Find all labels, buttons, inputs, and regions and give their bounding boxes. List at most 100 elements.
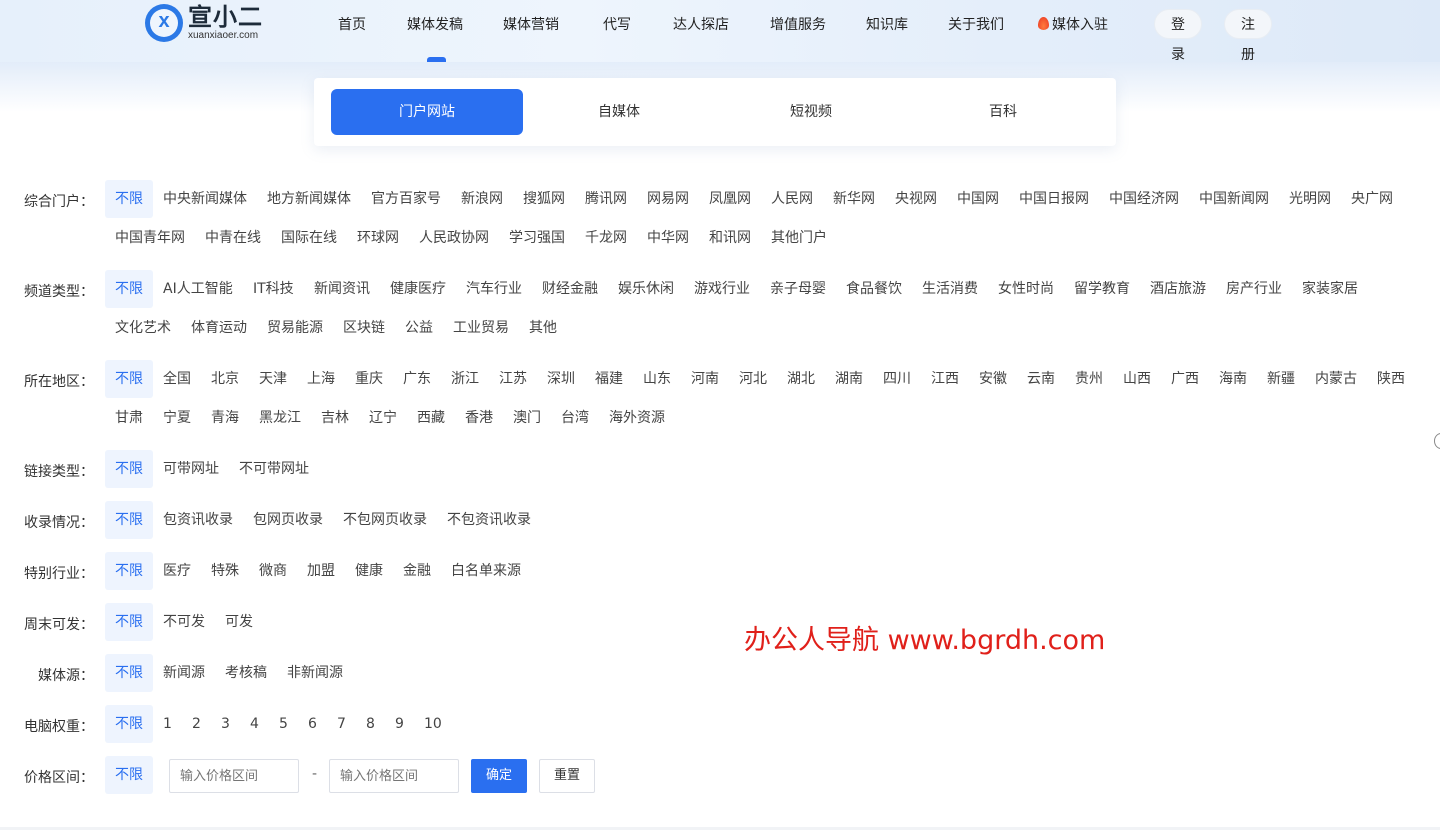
filter-option[interactable]: 江西 bbox=[921, 360, 969, 398]
filter-option[interactable]: 央视网 bbox=[885, 180, 947, 218]
filter-option[interactable]: 医疗 bbox=[153, 552, 201, 590]
filter-option[interactable]: 金融 bbox=[393, 552, 441, 590]
filter-option[interactable]: 考核稿 bbox=[215, 654, 277, 692]
filter-option[interactable]: 公益 bbox=[395, 309, 443, 347]
filter-option[interactable]: 福建 bbox=[585, 360, 633, 398]
site-logo[interactable]: 宣小二 xuanxiaoer.com bbox=[145, 4, 263, 42]
filter-option-all[interactable]: 不限 bbox=[105, 603, 153, 641]
filter-option[interactable]: 宁夏 bbox=[153, 399, 201, 437]
filter-option[interactable]: 不包网页收录 bbox=[333, 501, 437, 539]
filter-option[interactable]: 中华网 bbox=[637, 219, 699, 257]
filter-option[interactable]: 澳门 bbox=[503, 399, 551, 437]
nav-media-publish[interactable]: 媒体发稿 bbox=[407, 14, 463, 34]
side-widget-icon[interactable] bbox=[1434, 433, 1440, 449]
filter-option[interactable]: 包网页收录 bbox=[243, 501, 333, 539]
filter-option[interactable]: 央广网 bbox=[1341, 180, 1403, 218]
filter-option[interactable]: 加盟 bbox=[297, 552, 345, 590]
filter-option[interactable]: 6 bbox=[298, 705, 327, 743]
tab-portal-sites[interactable]: 门户网站 bbox=[331, 89, 523, 135]
filter-option[interactable]: 学习强国 bbox=[499, 219, 575, 257]
filter-option[interactable]: 微商 bbox=[249, 552, 297, 590]
filter-option[interactable]: 湖北 bbox=[777, 360, 825, 398]
filter-option[interactable]: 香港 bbox=[455, 399, 503, 437]
filter-option[interactable]: 官方百家号 bbox=[361, 180, 451, 218]
filter-option[interactable]: 留学教育 bbox=[1064, 270, 1140, 308]
filter-option[interactable]: 文化艺术 bbox=[105, 309, 181, 347]
filter-option[interactable]: 广东 bbox=[393, 360, 441, 398]
filter-option[interactable]: 新闻资讯 bbox=[304, 270, 380, 308]
filter-option[interactable]: 环球网 bbox=[347, 219, 409, 257]
filter-option[interactable]: 山西 bbox=[1113, 360, 1161, 398]
filter-option[interactable]: 房产行业 bbox=[1216, 270, 1292, 308]
filter-option[interactable]: 河南 bbox=[681, 360, 729, 398]
filter-option[interactable]: 健康 bbox=[345, 552, 393, 590]
filter-option[interactable]: 重庆 bbox=[345, 360, 393, 398]
filter-option-all[interactable]: 不限 bbox=[105, 705, 153, 743]
nav-knowledge-base[interactable]: 知识库 bbox=[866, 14, 908, 34]
filter-option[interactable]: 网易网 bbox=[637, 180, 699, 218]
filter-option[interactable]: 3 bbox=[211, 705, 240, 743]
filter-option[interactable]: 西藏 bbox=[407, 399, 455, 437]
filter-option[interactable]: 9 bbox=[385, 705, 414, 743]
filter-option[interactable]: 汽车行业 bbox=[456, 270, 532, 308]
filter-option[interactable]: 内蒙古 bbox=[1305, 360, 1367, 398]
filter-option[interactable]: 酒店旅游 bbox=[1140, 270, 1216, 308]
filter-option[interactable]: 山东 bbox=[633, 360, 681, 398]
filter-option[interactable]: 包资讯收录 bbox=[153, 501, 243, 539]
filter-option[interactable]: 上海 bbox=[297, 360, 345, 398]
filter-option[interactable]: 中国日报网 bbox=[1009, 180, 1099, 218]
nav-media-marketing[interactable]: 媒体营销 bbox=[503, 14, 559, 34]
filter-option-all[interactable]: 不限 bbox=[105, 654, 153, 692]
filter-option[interactable]: 广西 bbox=[1161, 360, 1209, 398]
filter-option-all[interactable]: 不限 bbox=[105, 270, 153, 308]
filter-option[interactable]: 安徽 bbox=[969, 360, 1017, 398]
filter-option-all[interactable]: 不限 bbox=[105, 450, 153, 488]
tab-short-video[interactable]: 短视频 bbox=[715, 89, 907, 135]
filter-option[interactable]: 中央新闻媒体 bbox=[153, 180, 257, 218]
filter-option[interactable]: 中国网 bbox=[947, 180, 1009, 218]
filter-option[interactable]: 全国 bbox=[153, 360, 201, 398]
filter-option[interactable]: 区块链 bbox=[333, 309, 395, 347]
tab-encyclopedia[interactable]: 百科 bbox=[907, 89, 1099, 135]
filter-option[interactable]: 10 bbox=[414, 705, 452, 743]
filter-option[interactable]: 其他门户 bbox=[761, 219, 837, 257]
filter-option[interactable]: 湖南 bbox=[825, 360, 873, 398]
filter-option[interactable]: 体育运动 bbox=[181, 309, 257, 347]
filter-option[interactable]: 浙江 bbox=[441, 360, 489, 398]
filter-option[interactable]: 工业贸易 bbox=[443, 309, 519, 347]
filter-option[interactable]: 海外资源 bbox=[599, 399, 675, 437]
filter-option[interactable]: 中国新闻网 bbox=[1189, 180, 1279, 218]
filter-option[interactable]: 1 bbox=[153, 705, 182, 743]
login-button[interactable]: 登录 bbox=[1154, 9, 1202, 63]
filter-option-all[interactable]: 不限 bbox=[105, 552, 153, 590]
filter-option[interactable]: 地方新闻媒体 bbox=[257, 180, 361, 218]
filter-option[interactable]: AI人工智能 bbox=[153, 270, 243, 308]
filter-option[interactable]: 不可发 bbox=[153, 603, 215, 641]
price-min-input[interactable] bbox=[169, 759, 299, 793]
tab-self-media[interactable]: 自媒体 bbox=[523, 89, 715, 135]
filter-option[interactable]: 不可带网址 bbox=[229, 450, 319, 488]
filter-option[interactable]: 北京 bbox=[201, 360, 249, 398]
filter-option[interactable]: 中国经济网 bbox=[1099, 180, 1189, 218]
nav-ghostwriting[interactable]: 代写 bbox=[603, 14, 631, 34]
filter-option[interactable]: 财经金融 bbox=[532, 270, 608, 308]
filter-option[interactable]: 新疆 bbox=[1257, 360, 1305, 398]
nav-value-added[interactable]: 增值服务 bbox=[770, 14, 826, 34]
filter-option[interactable]: 台湾 bbox=[551, 399, 599, 437]
filter-option[interactable]: 和讯网 bbox=[699, 219, 761, 257]
nav-influencer-visit[interactable]: 达人探店 bbox=[673, 14, 729, 34]
filter-option[interactable]: 新闻源 bbox=[153, 654, 215, 692]
filter-option-all[interactable]: 不限 bbox=[105, 360, 153, 398]
filter-option[interactable]: 贵州 bbox=[1065, 360, 1113, 398]
filter-option[interactable]: 光明网 bbox=[1279, 180, 1341, 218]
filter-option[interactable]: 食品餐饮 bbox=[836, 270, 912, 308]
filter-option[interactable]: 人民网 bbox=[761, 180, 823, 218]
nav-media-join[interactable]: 媒体入驻 bbox=[1038, 14, 1108, 34]
nav-home[interactable]: 首页 bbox=[338, 14, 366, 34]
filter-option[interactable]: 亲子母婴 bbox=[760, 270, 836, 308]
filter-option-all[interactable]: 不限 bbox=[105, 756, 153, 794]
filter-option[interactable]: 河北 bbox=[729, 360, 777, 398]
filter-option[interactable]: IT科技 bbox=[243, 270, 304, 308]
filter-option[interactable]: 辽宁 bbox=[359, 399, 407, 437]
filter-option[interactable]: 中青在线 bbox=[195, 219, 271, 257]
